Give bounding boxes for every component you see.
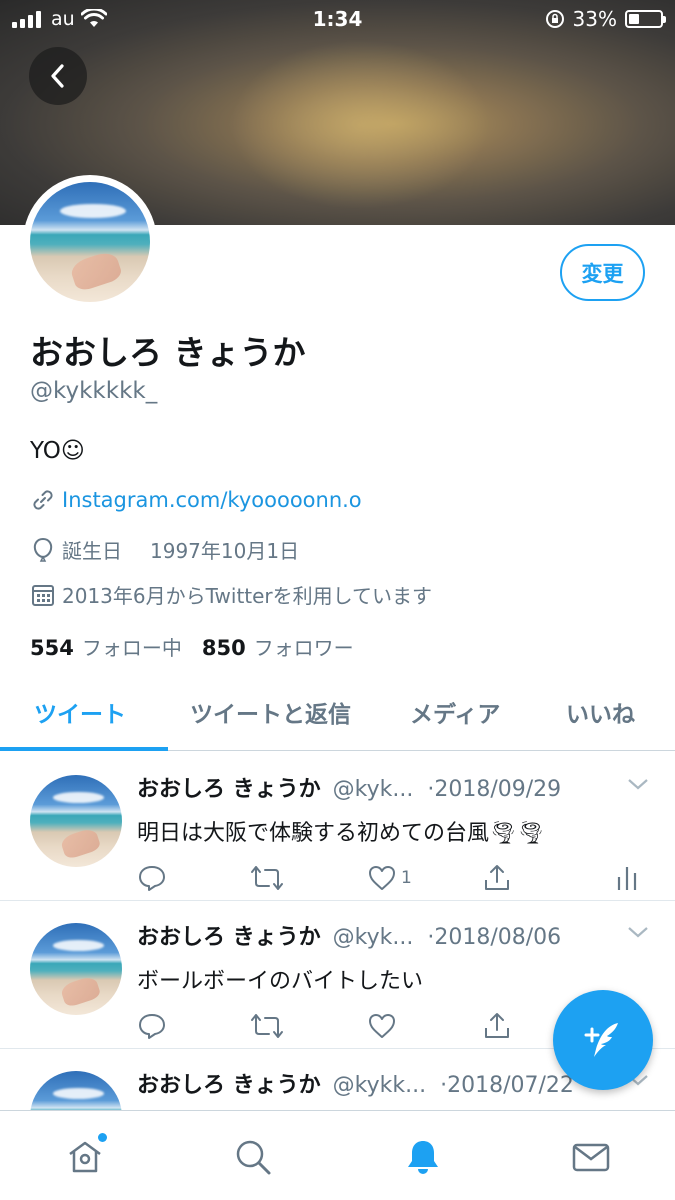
compose-icon (584, 1023, 618, 1057)
like-button[interactable] (367, 1011, 401, 1041)
joined-text: 2013年6月からTwitterを利用しています (62, 584, 433, 608)
like-button[interactable]: 1 (367, 863, 412, 893)
tab-tweets[interactable]: ツイート (34, 695, 126, 729)
profile-link[interactable]: Instagram.com/kyooooonn.o (30, 487, 362, 513)
tweet-row[interactable]: おおしろ きょうか @kyk... ·2018/09/29 明日は大阪で体験する… (0, 753, 675, 901)
reply-icon (139, 1014, 165, 1039)
link-text[interactable]: Instagram.com/kyooooonn.o (62, 488, 362, 512)
tweet-actions: 1 (137, 863, 647, 897)
reply-button[interactable] (137, 1011, 167, 1041)
bio-text: YO☺ (30, 438, 85, 464)
tweet-author-handle: @kykk... (332, 1073, 427, 1098)
link-icon (33, 490, 53, 510)
back-arrow-icon (51, 64, 64, 88)
home-unread-dot (98, 1133, 107, 1142)
notifications-icon (408, 1141, 438, 1174)
tab-likes[interactable]: いいね (566, 695, 635, 729)
share-icon (485, 1013, 509, 1038)
analytics-button[interactable] (615, 863, 639, 893)
like-count: 1 (401, 868, 412, 888)
analytics-icon (617, 867, 637, 890)
retweet-icon (251, 1014, 283, 1038)
chevron-down-icon[interactable] (627, 777, 649, 791)
battery-percent: 33% (572, 7, 617, 31)
tab-media[interactable]: メディア (410, 695, 500, 729)
compose-button[interactable] (553, 990, 653, 1090)
active-tab-indicator (0, 747, 168, 751)
share-icon (485, 865, 509, 890)
tweet-text: ボールボーイのバイトしたい (137, 969, 424, 994)
nav-search[interactable] (231, 1135, 275, 1179)
like-icon (369, 866, 395, 890)
nav-messages[interactable] (569, 1135, 613, 1179)
tweet-date: ·2018/07/22 (440, 1073, 574, 1098)
followers-stat[interactable]: 850 フォロワー (202, 632, 354, 661)
tweet-author-handle: @kyk... (332, 777, 414, 802)
birthday-label: 誕生日 (62, 539, 122, 563)
retweet-icon (251, 866, 283, 890)
status-bar: au 1:34 33% (0, 0, 675, 38)
profile-tabs: ツイート ツイートと返信 メディア いいね (0, 683, 675, 751)
search-icon (236, 1140, 271, 1175)
calendar-icon (32, 584, 54, 606)
user-handle: @kykkkkk_ (30, 378, 158, 404)
tweet-avatar[interactable] (30, 775, 122, 867)
joined-row: 2013年6月からTwitterを利用しています (30, 580, 432, 609)
display-name: おおしろ きょうか (30, 333, 306, 372)
tweet-text: 明日は大阪で体験する初めての台風🌪🌪 (137, 821, 545, 846)
nav-home[interactable] (63, 1133, 107, 1179)
balloon-icon (33, 537, 53, 562)
tweet-date: ·2018/09/29 (427, 777, 562, 802)
follow-stats: 554 フォロー中 850 フォロワー (30, 632, 354, 661)
battery-icon (625, 10, 666, 28)
tweet-author-handle: @kyk... (332, 925, 414, 950)
messages-icon (572, 1143, 610, 1172)
following-stat[interactable]: 554 フォロー中 (30, 632, 182, 661)
share-button[interactable] (482, 863, 512, 893)
orientation-lock-icon (545, 10, 564, 28)
birthday-row: 誕生日 1997年10月1日 (30, 535, 299, 564)
tweet-avatar[interactable] (30, 923, 122, 1015)
tweet-author-name[interactable]: おおしろ きょうか (137, 1067, 321, 1099)
birthday-value: 1997年10月1日 (150, 539, 300, 563)
like-icon (369, 1014, 395, 1038)
profile-avatar[interactable] (23, 175, 157, 309)
nav-notifications[interactable] (401, 1135, 445, 1179)
tweet-author-name[interactable]: おおしろ きょうか (137, 771, 321, 803)
reply-icon (139, 866, 165, 891)
retweet-button[interactable] (250, 863, 284, 893)
change-button[interactable]: 変更 (560, 244, 645, 301)
back-button[interactable] (29, 47, 87, 105)
bottom-nav (0, 1110, 675, 1200)
home-icon (69, 1141, 101, 1173)
tab-tweets-and-replies[interactable]: ツイートと返信 (190, 695, 351, 729)
chevron-down-icon[interactable] (627, 925, 649, 939)
share-button[interactable] (482, 1011, 512, 1041)
tweet-author-name[interactable]: おおしろ きょうか (137, 919, 321, 951)
retweet-button[interactable] (250, 1011, 284, 1041)
tweet-date: ·2018/08/06 (427, 925, 562, 950)
reply-button[interactable] (137, 863, 167, 893)
